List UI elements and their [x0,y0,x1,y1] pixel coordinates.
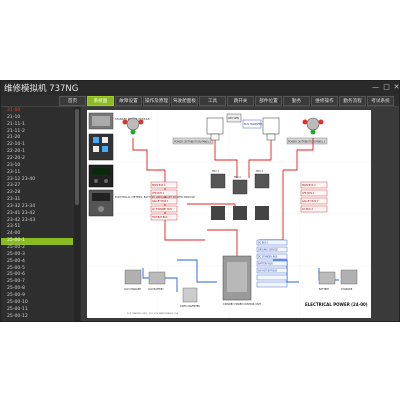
tru-1-label: TRU 1 [212,170,219,173]
xfr-bus-1-label: XFR BUS 1 [152,192,165,195]
sidebar-item[interactable]: 22-20-2 [1,156,73,163]
tab-system-diagram[interactable]: 系统图 [87,96,114,106]
tab-maintenance-ops[interactable]: 维修操作 [311,96,338,106]
tab-servicing-flow[interactable]: 勤务流程 [339,96,366,106]
dc-bus-2-label: DC BUS 2 [302,208,314,211]
tab-tools[interactable]: 工具 [199,96,226,106]
minimize-icon[interactable]: — [371,83,380,92]
sw-hot-bat-label: SW HOT BAT BUS [258,270,278,273]
sidebar-item[interactable]: 23-28 [1,190,73,197]
main-bus-1-label: MAIN BUS 1 [152,184,166,187]
tab-exam-system[interactable]: 考试系统 [367,96,394,106]
stby-ac-label: AC STANDBY BUS [152,208,172,211]
sidebar-item[interactable]: 23-31 [1,197,73,204]
sidebar-item[interactable]: 22-10-1 [1,142,73,149]
sidebar-item[interactable]: 25-00-8 [1,286,73,293]
sidebar-item[interactable]: 23-32 23-34 [1,204,73,211]
tab-circuit-breakers[interactable]: 跳开关 [227,96,254,106]
chapter-sidebar: 21-00 21-10 21-11-1 21-11-2 21-20 22-10-1 22-2… [1,107,81,321]
apu-gen-label: APU GEN [228,117,239,120]
bat-bus-label: BATTERY BUS [258,263,273,266]
galley-2-label: GALLEY BUS 2 [302,200,319,203]
diagram-area: STANDBY POWER MODULE ELECTRICAL METERS, … [81,107,399,321]
sidebar-item[interactable]: 25-00-9 [1,293,73,300]
sidebar-item[interactable]: 23-11 [1,170,73,177]
static-inverter [182,287,198,303]
tru-units [210,173,270,220]
tab-cockpit-panel[interactable]: 驾驶舱面板 [171,96,198,106]
charger-label: CHARGER [341,288,353,291]
sidebar-item[interactable]: 25-00-6 [1,272,73,279]
sidebar-item[interactable]: 22-20-1 [1,149,73,156]
main-bus-2-label: MAIN BUS 2 [302,184,316,187]
sidebar-scrollbar[interactable] [74,107,80,321]
scrollbar-thumb[interactable] [75,109,79,205]
galley-1-label: GALLEY BUS 1 [152,200,169,203]
xfr-bus-2-label: XFR BUS 2 [302,192,315,195]
ac-ge-panel [88,133,114,161]
title-bar: 维修模拟机 737NG — □ ✕ [1,81,399,95]
stby-dc-label: DC STANDBY BUS [258,256,278,259]
sidebar-item[interactable]: 21-11-1 [1,122,73,129]
sidebar-item[interactable]: 21-10 [1,115,73,122]
diagram-footnote: FOR TRAINING ONLY - NOT FOR MAINTENANCE … [127,312,179,315]
electrical-power-diagram: STANDBY POWER MODULE ELECTRICAL METERS, … [87,110,371,318]
battery-label: BATTERY [319,288,330,291]
ground-service-label: GROUND SERVICE [258,249,278,252]
sidebar-item[interactable]: 24-00 [1,231,73,238]
tab-servicing[interactable]: 勤务 [283,96,310,106]
sidebar-item[interactable]: 23-10 [1,163,73,170]
aux-battery [148,271,166,285]
diagram-title: ELECTRICAL POWER (24-00) [305,302,368,307]
maximize-icon[interactable]: □ [382,83,391,92]
sidebar-item[interactable]: 25-00-12 [1,314,73,321]
tru-2-label: TRU 2 [234,176,241,179]
tab-home[interactable]: 首页 [59,96,86,106]
tab-operation-principle[interactable]: 操作及原理 [143,96,170,106]
hot-bat-label: HOT BAT BUS [152,216,168,219]
close-icon[interactable]: ✕ [392,83,400,92]
dc-bus-1-label: DC BUS 1 [258,242,269,245]
sidebar-item[interactable]: 25-00-4 [1,259,73,266]
right-generator [302,117,324,135]
static-inverter-label: STATIC INVERTER [180,305,200,308]
aux-battery-label: AUX BATTERY [148,288,164,291]
sidebar-item[interactable]: 25-00-11 [1,307,73,314]
tru-3-label: TRU 3 [256,170,263,173]
left-generator [122,117,144,135]
sidebar-item[interactable]: 21-20 [1,135,73,142]
aux-charger-label: AUX CHARGER [124,288,141,291]
sidebar-item[interactable]: 21-00 [1,108,73,115]
sidebar-item[interactable]: 25-00-10 [1,300,73,307]
sidebar-item[interactable]: 25-00-3 [1,252,73,259]
diagram-canvas: STANDBY POWER MODULE ELECTRICAL METERS, … [87,110,371,318]
tab-bar: 首页 系统图 故障设置 操作及原理 驾驶舱面板 工具 跳开关 部件位置 勤务 维… [1,95,399,107]
aux-charger [124,269,142,285]
sidebar-item[interactable]: 23-41 23-42 [1,211,73,218]
sidebar-item[interactable]: 23-27 [1,183,73,190]
main-battery [318,271,336,285]
sidebar-item[interactable]: 25-00-2 [1,245,73,252]
pdp-2-label: POWER DISTRIBUTION PANEL 2 [288,141,326,144]
app-window: 维修模拟机 737NG — □ ✕ 首页 系统图 故障设置 操作及原理 驾驶舱面… [0,80,400,322]
bus-transfer-label: BUS TRANSFER [244,123,263,126]
stby-power-unit-label: STANDBY POWER CONTROL UNIT [223,303,262,306]
sidebar-item[interactable]: 25-00-7 [1,279,73,286]
pdp-1-label: POWER DISTRIBUTION PANEL 1 [174,141,212,144]
main-charger [340,269,358,285]
sidebar-item[interactable]: 25-00-1 [1,238,73,245]
tab-fault-setting[interactable]: 故障设置 [115,96,142,106]
tab-component-location[interactable]: 部件位置 [255,96,282,106]
app-title: 维修模拟机 737NG [4,84,79,94]
